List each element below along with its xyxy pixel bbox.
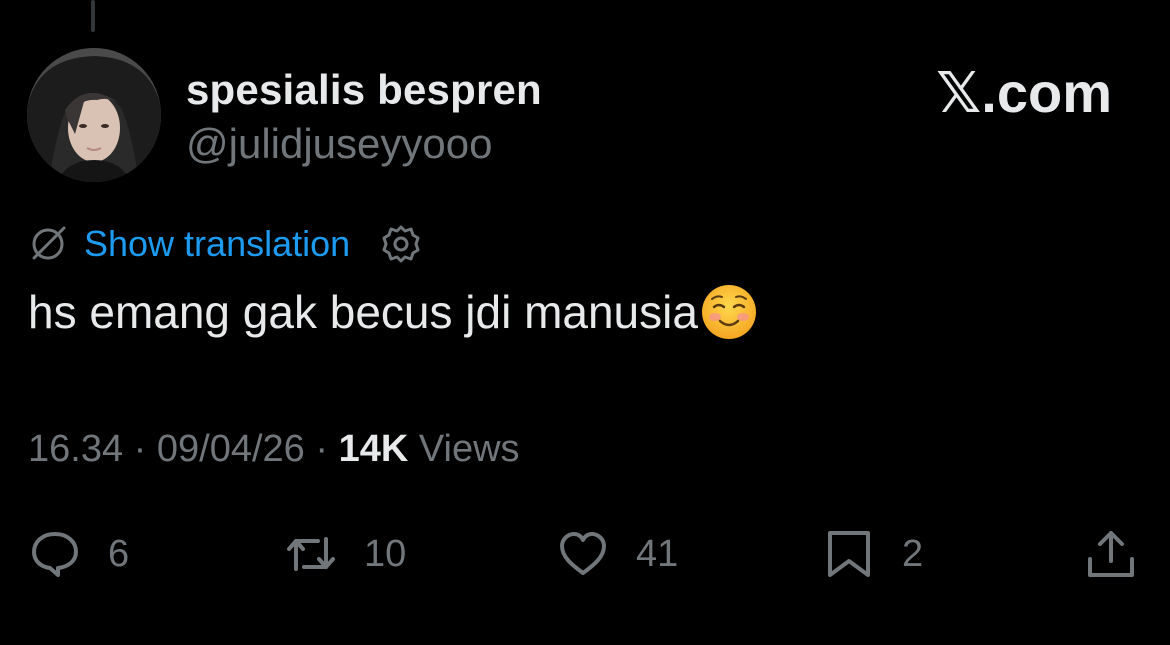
site-brand-suffix: .com — [981, 61, 1112, 124]
author-handle[interactable]: @julidjuseyyooo — [186, 120, 492, 168]
meta-separator: · — [133, 428, 147, 470]
tweet-action-bar: 6 10 41 2 — [0, 527, 1170, 581]
like-count: 41 — [636, 532, 679, 575]
repost-count: 10 — [364, 532, 407, 575]
repost-icon — [287, 537, 335, 571]
repost-button[interactable]: 10 — [284, 527, 406, 581]
tweet-meta: 16.34 · 09/04/26 · 14K Views — [28, 428, 520, 471]
views-count: 14K — [338, 428, 409, 470]
translation-row: Show translation — [28, 222, 422, 266]
meta-separator: · — [315, 428, 329, 470]
gear-icon[interactable] — [380, 223, 422, 265]
x-logo-icon: 𝕏 — [936, 61, 982, 126]
reply-count: 6 — [108, 532, 130, 575]
like-button[interactable]: 41 — [556, 527, 678, 581]
smiling-face-icon — [701, 285, 756, 339]
heart-icon — [560, 532, 606, 575]
share-button[interactable] — [1084, 527, 1138, 581]
author-display-name[interactable]: spesialis bespren — [186, 66, 542, 114]
tweet-text: hs emang gak becus jdi manusia — [28, 286, 698, 338]
globe-slash-icon — [32, 226, 66, 260]
thread-connector-line — [91, 0, 95, 32]
bookmark-button[interactable]: 2 — [822, 527, 923, 581]
tweet-date[interactable]: 09/04/26 — [157, 428, 305, 470]
site-brand: 𝕏 .com — [936, 60, 1112, 126]
bookmark-icon — [828, 531, 870, 577]
avatar[interactable] — [27, 48, 161, 182]
avatar-image — [27, 48, 161, 182]
reply-icon — [32, 532, 78, 577]
show-translation-link[interactable]: Show translation — [84, 223, 350, 265]
share-icon — [1088, 531, 1134, 577]
tweet-body: hs emang gak becus jdi manusia — [28, 283, 758, 341]
tweet-time[interactable]: 16.34 — [28, 428, 123, 470]
views-label: Views — [418, 428, 520, 470]
reply-button[interactable]: 6 — [28, 527, 129, 581]
bookmark-count: 2 — [902, 532, 924, 575]
